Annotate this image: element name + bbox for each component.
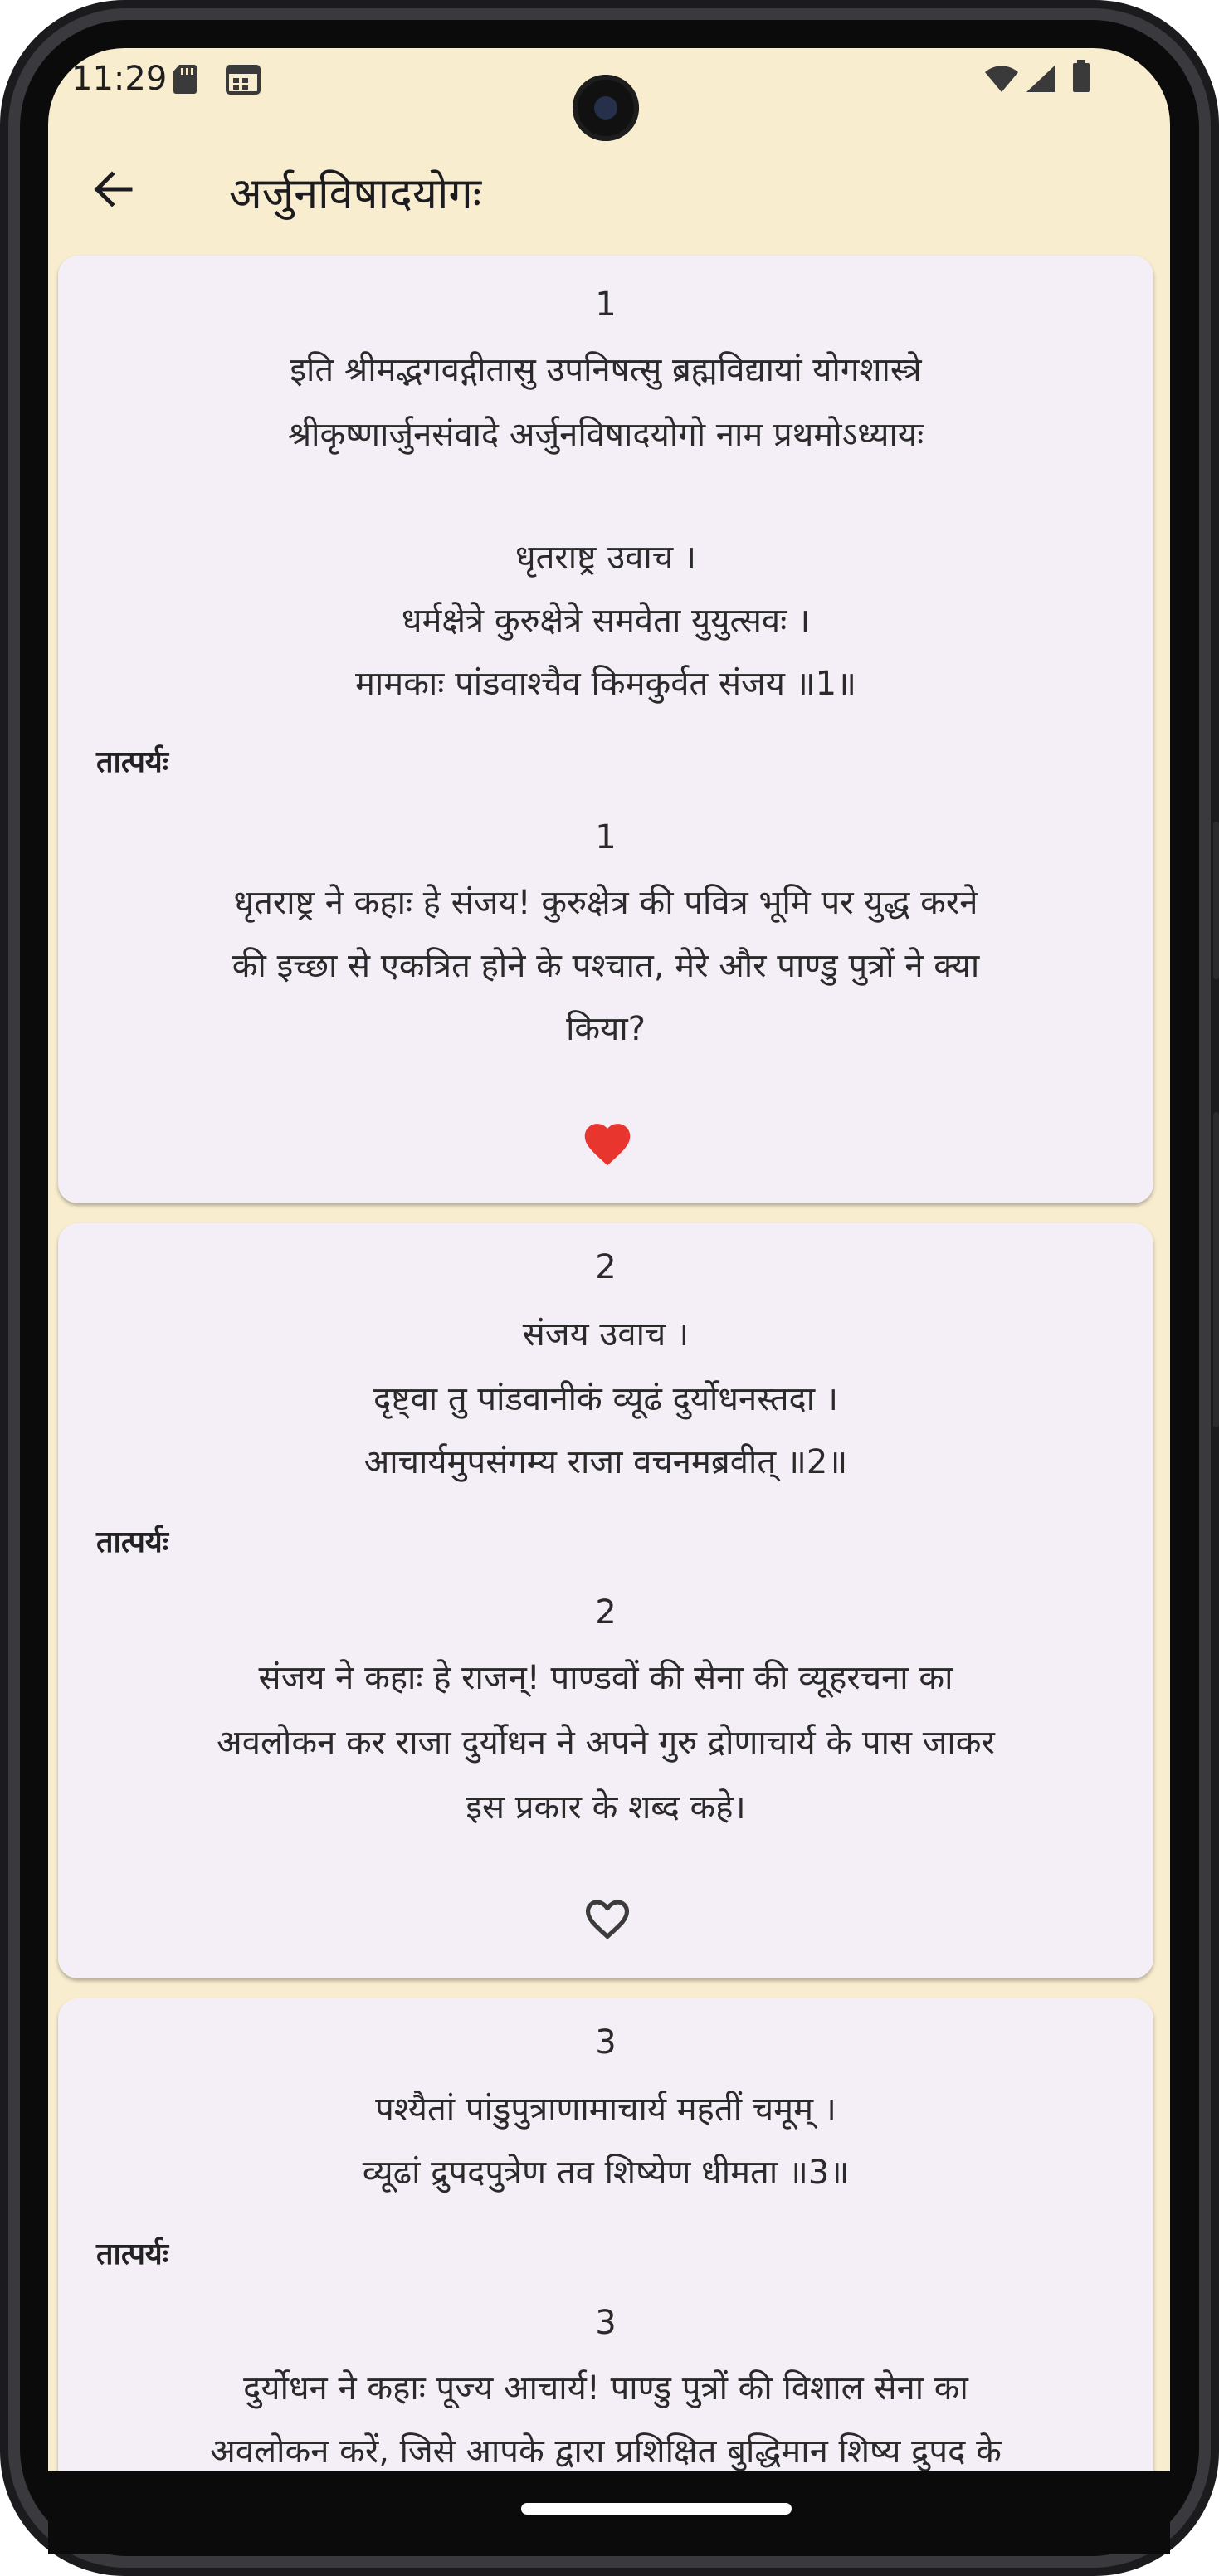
verse-number: 2 <box>595 1248 617 1286</box>
sanskrit-line: संजय उवाच । <box>522 1315 690 1354</box>
sanskrit-line: पश्यैतां पांडुपुत्राणामाचार्य महतीं चमूम… <box>375 2091 836 2129</box>
meaning-label: तात्पर्यः <box>96 1525 169 1559</box>
meaning-label: तात्पर्यः <box>96 745 169 779</box>
sanskrit-line: व्यूढां द्रुपदपुत्रेण तव शिष्येण धीमता ॥… <box>362 2154 850 2192</box>
meaning-line: किया? <box>566 1010 646 1048</box>
status-time: 11:29 <box>71 60 168 98</box>
sd-card-icon <box>173 65 197 94</box>
meaning-number: 2 <box>595 1593 617 1632</box>
wifi-icon <box>985 66 1018 92</box>
status-bar: 11:29 <box>48 48 1170 141</box>
meaning-line: दुर्योधन ने कहाः पूज्य आचार्य! पाण्डु पु… <box>243 2369 968 2408</box>
top-app-bar: अर्जुनविषादयोगः <box>48 148 1170 231</box>
front-camera <box>573 75 639 141</box>
sanskrit-line: श्रीकृष्णार्जुनसंवादे अर्जुनविषादयोगो ना… <box>287 416 924 454</box>
meaning-number: 3 <box>595 2304 617 2342</box>
gesture-nav-bar <box>48 2471 1170 2554</box>
sanskrit-line: दृष्ट्वा तु पांडवानीकं व्यूढं दुर्योधनस्… <box>373 1380 839 1418</box>
verse-number: 3 <box>595 2023 617 2061</box>
verse-number: 1 <box>595 285 617 324</box>
favorite-filled-icon[interactable] <box>580 1117 635 1167</box>
verse-card: 1 इति श्रीमद्भगवद्गीतासु उपनिषत्सु ब्रह्… <box>58 256 1153 1203</box>
back-button[interactable] <box>80 156 146 222</box>
meaning-line: धृतराष्ट्र ने कहाः हे संजय! कुरुक्षेत्र … <box>233 884 978 922</box>
meaning-line: अवलोकन कर राजा दुर्योधन ने अपने गुरु द्र… <box>217 1724 995 1762</box>
meaning-line: संजय ने कहाः हे राजन्! पाण्डवों की सेना … <box>258 1659 953 1697</box>
volume-button <box>1213 822 1219 979</box>
sanskrit-line: धृतराष्ट्र उवाच । <box>515 539 696 577</box>
meaning-number: 1 <box>595 818 617 856</box>
verse-card: 2 संजय उवाच । दृष्ट्वा तु पांडवानीकं व्य… <box>58 1223 1153 1978</box>
meaning-label: तात्पर्यः <box>96 2237 169 2271</box>
app-screen: 11:29 अर्जुनविषादयोगः 1 इति श्रीमद्भगवद्… <box>48 48 1170 2471</box>
cellular-signal-icon <box>1026 66 1055 92</box>
calendar-icon <box>226 65 261 95</box>
meaning-line: की इच्छा से एकत्रित होने के पश्चात, मेरे… <box>232 947 980 985</box>
sanskrit-line: मामकाः पांडवाश्चैव किमकुर्वत संजय ॥1॥ <box>355 665 856 703</box>
battery-icon <box>1073 60 1090 92</box>
sanskrit-line: धर्मक्षेत्रे कुरुक्षेत्रे समवेता युयुत्स… <box>401 602 811 640</box>
sanskrit-line: इति श्रीमद्भगवद्गीतासु उपनिषत्सु ब्रह्मव… <box>290 351 922 389</box>
favorite-outline-icon[interactable] <box>580 1892 635 1942</box>
chapter-title: अर्जुनविषादयोगः <box>229 169 482 219</box>
sanskrit-line: आचार्यमुपसंगम्य राजा वचनमब्रवीत् ॥2॥ <box>363 1443 848 1481</box>
arrow-back-icon <box>94 171 133 207</box>
meaning-line: इस प्रकार के शब्द कहे। <box>466 1788 746 1827</box>
home-gesture-handle[interactable] <box>521 2503 792 2515</box>
meaning-line: अवलोकन करें, जिसे आपके द्वारा प्रशिक्षित… <box>210 2432 1002 2471</box>
verse-card: 3 पश्यैतां पांडुपुत्राणामाचार्य महतीं चम… <box>58 1998 1153 2471</box>
power-button <box>1213 1112 1219 1427</box>
